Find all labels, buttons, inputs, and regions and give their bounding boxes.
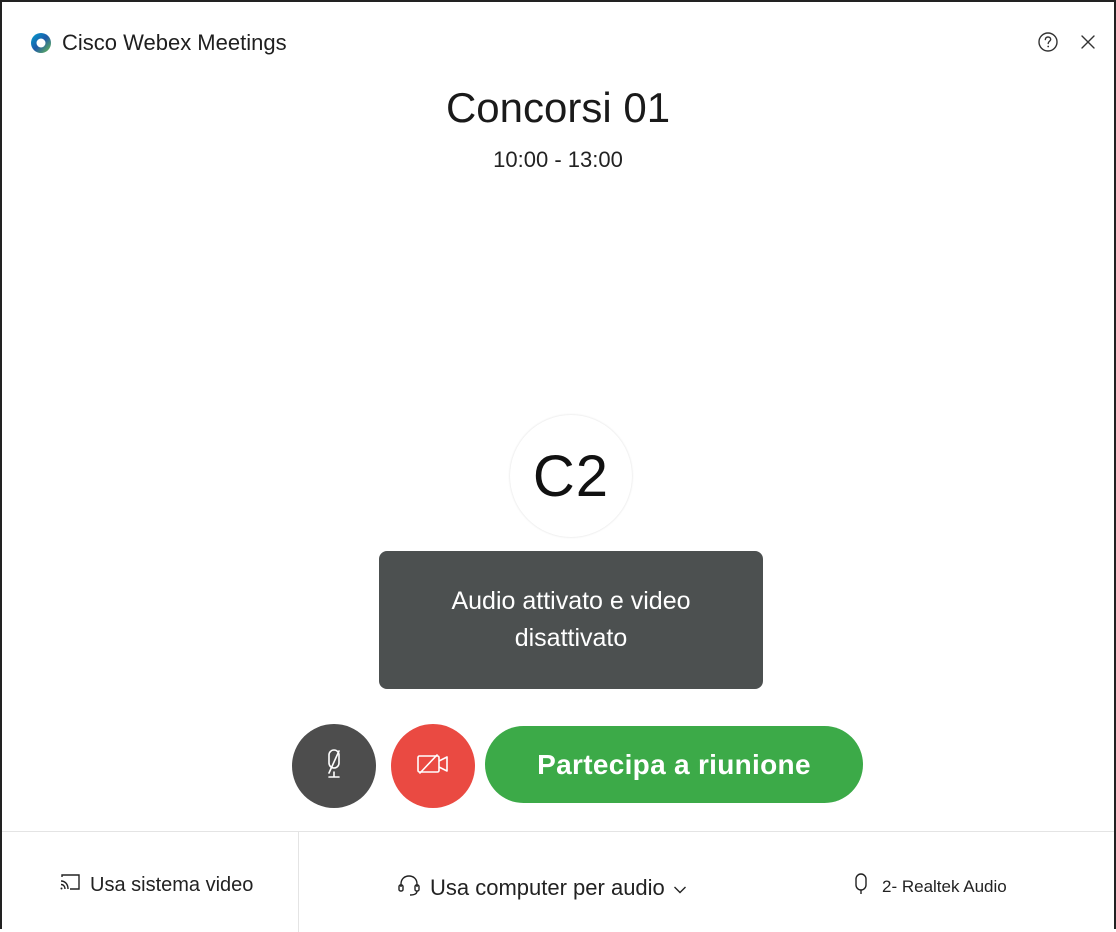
microphone-select[interactable]: 2- Realtek Audio [854,872,1007,901]
audio-connection-dropdown[interactable]: Usa computer per audio [396,872,687,904]
title-bar: Cisco Webex Meetings [2,2,1114,82]
tooltip-text-line1: Audio attivato e video [451,587,691,615]
use-video-system-label: Usa sistema video [90,873,254,896]
app-title: Cisco Webex Meetings [62,30,287,55]
help-icon[interactable] [1036,30,1060,54]
close-icon[interactable] [1076,30,1100,54]
microphone-icon [854,872,868,901]
footer-bar: Usa sistema video Usa computer per audio [2,831,1114,932]
webex-window: Cisco Webex Meetings Concorsi 01 10:00 -… [0,0,1116,932]
footer-divider [298,832,299,932]
mute-button[interactable] [292,724,376,808]
audio-connection-label: Usa computer per audio [430,875,665,900]
microphone-muted-icon [320,747,348,786]
meeting-title: Concorsi 01 [445,84,671,131]
join-meeting-button[interactable]: Partecipa a riunione [485,726,863,803]
headset-icon [396,872,422,904]
meeting-time: 10:00 - 13:00 [493,147,623,172]
video-toggle-button[interactable] [391,724,475,808]
audio-video-status-tooltip: Audio attivato e video disattivato [379,551,763,689]
avatar-initials: C2 [532,443,610,509]
webex-logo-icon [30,32,52,54]
cast-icon [58,872,82,898]
avatar: C2 [510,415,632,537]
chevron-down-icon [673,875,687,901]
tooltip-text-line2: disattivato [514,624,628,652]
use-video-system-button[interactable]: Usa sistema video [58,872,253,898]
microphone-label: 2- Realtek Audio [882,876,1007,896]
video-off-icon [415,751,451,782]
